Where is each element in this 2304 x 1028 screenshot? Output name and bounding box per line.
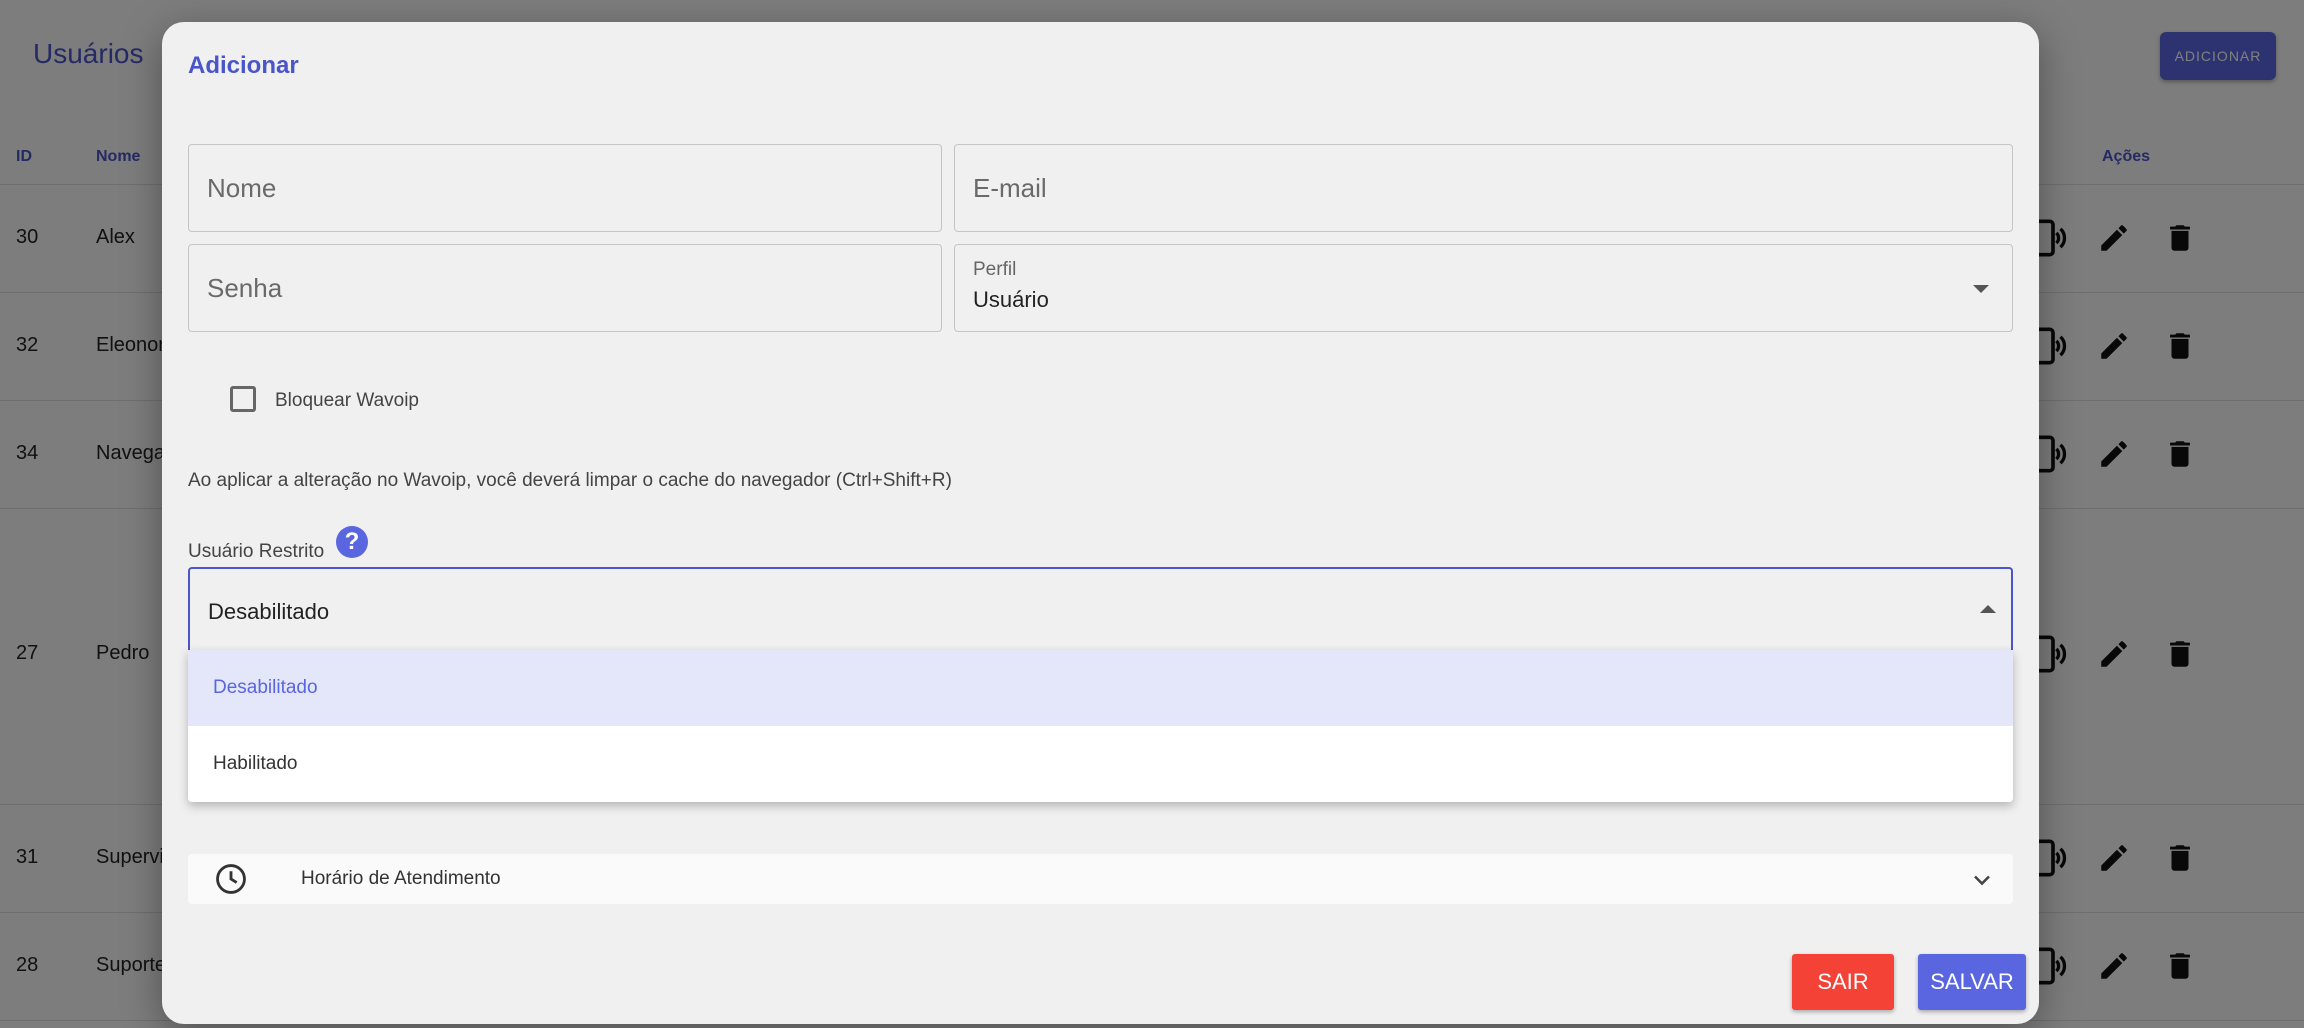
schedule-accordion[interactable]: Horário de Atendimento: [188, 854, 2013, 904]
name-input[interactable]: [188, 144, 942, 232]
caret-down-icon: [1973, 285, 1989, 293]
restricted-user-value: Desabilitado: [208, 599, 330, 624]
help-icon[interactable]: ?: [336, 526, 368, 558]
caret-up-icon: [1980, 605, 1996, 613]
restricted-user-dropdown: Desabilitado Habilitado: [188, 650, 2013, 802]
exit-button[interactable]: SAIR: [1792, 954, 1894, 1010]
option-desabilitado[interactable]: Desabilitado: [188, 650, 2013, 726]
schedule-label: Horário de Atendimento: [301, 868, 501, 889]
clock-icon: [214, 862, 248, 901]
password-input[interactable]: [188, 244, 942, 332]
option-habilitado[interactable]: Habilitado: [188, 726, 2013, 802]
add-user-dialog: Adicionar Perfil Usuário Bloquear Wavoip…: [162, 22, 2039, 1024]
email-input[interactable]: [954, 144, 2013, 232]
restricted-user-label: Usuário Restrito: [188, 541, 325, 562]
block-wavoip-checkbox[interactable]: [230, 386, 256, 412]
profile-value: Usuário: [973, 287, 1049, 312]
save-button[interactable]: SALVAR: [1918, 954, 2026, 1010]
profile-label: Perfil: [973, 259, 1017, 280]
dialog-title: Adicionar: [188, 52, 299, 79]
chevron-down-icon[interactable]: [1968, 866, 1996, 899]
profile-select[interactable]: Perfil Usuário: [954, 244, 2013, 332]
block-wavoip-label: Bloquear Wavoip: [275, 390, 419, 411]
wavoip-hint-text: Ao aplicar a alteração no Wavoip, você d…: [188, 470, 952, 491]
